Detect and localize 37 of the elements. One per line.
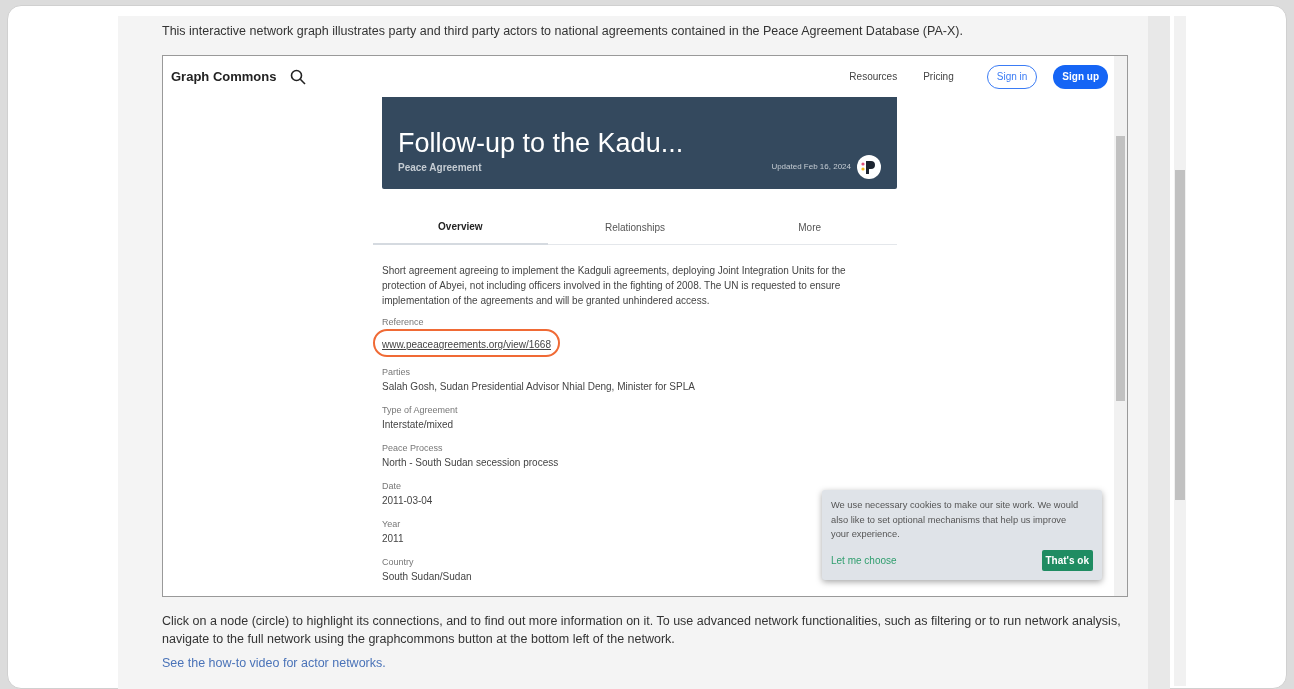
field-value: Interstate/mixed bbox=[382, 418, 454, 432]
search-icon[interactable] bbox=[290, 68, 307, 85]
brand-name[interactable]: Graph Commons bbox=[171, 66, 277, 87]
tab[interactable]: Relationships bbox=[547, 209, 723, 245]
field-label: Country bbox=[382, 556, 414, 569]
tab[interactable]: Overview bbox=[373, 209, 548, 245]
field-value: 2011-03-04 bbox=[382, 494, 433, 508]
updated-date: Updated Feb 16, 2024 bbox=[771, 161, 851, 173]
field-value: Salah Gosh, Sudan Presidential Advisor Nhial Deng, Minister for SPLA bbox=[382, 380, 695, 394]
field-value: South Sudan/Sudan bbox=[382, 570, 472, 584]
accept-cookies-button[interactable]: That's ok bbox=[1041, 549, 1093, 571]
field-label: Type of Agreement bbox=[382, 404, 458, 417]
nav-link[interactable]: Resources bbox=[849, 69, 898, 84]
banner-subtitle: Peace Agreement bbox=[398, 161, 483, 175]
logo-icon bbox=[857, 155, 881, 179]
scrollbar-thumb[interactable] bbox=[1116, 136, 1125, 401]
page-scrollbar[interactable] bbox=[1174, 16, 1186, 686]
reference-link[interactable]: www.peaceagreements.org/view/1668 bbox=[382, 339, 551, 350]
field-value: 2011 bbox=[382, 532, 404, 546]
video-link[interactable]: See the how-to video for actor networks. bbox=[162, 654, 386, 673]
scrollbar-thumb[interactable] bbox=[1175, 170, 1185, 500]
nav-link[interactable]: Pricing bbox=[923, 69, 954, 84]
scrollbar[interactable] bbox=[1114, 56, 1127, 596]
description-text: Short agreement agreeing to implement the Kadguli agreements, deploying Joint Integration Units for the protection of Abyei, not including officers involved in the fighting of 2008. The UN is requested to ensure implementation of the agreements and will be granted unhindered access. bbox=[382, 264, 847, 308]
instructions-text: Click on a node (circle) to highlight its connections, and to find out more information on it. To use advanced network functionalities, such as filtering or to run network analysis, navigate to the full network using the graphcommons button at the bottom left of the network. bbox=[162, 613, 1122, 648]
field-label: Year bbox=[382, 518, 401, 531]
tab[interactable]: More bbox=[722, 209, 897, 245]
field-label: Reference bbox=[382, 316, 424, 329]
sign-up-button[interactable]: Sign up bbox=[1053, 64, 1108, 89]
field-value: North - South Sudan secession process bbox=[382, 456, 559, 470]
intro-text: This interactive network graph illustrates party and third party actors to national agreements contained in the Peace Agreement Database (PA-X). bbox=[162, 23, 964, 40]
sign-in-button[interactable]: Sign in bbox=[986, 64, 1038, 89]
field-label: Peace Process bbox=[382, 442, 443, 455]
banner-title: Follow-up to the Kadu... bbox=[398, 127, 685, 160]
field-label: Date bbox=[382, 480, 401, 493]
field-label: Parties bbox=[382, 366, 410, 379]
cookie-text: We use necessary cookies to make our site work. We would also like to set optional mechanisms that help us improve your experience. bbox=[831, 499, 1080, 541]
